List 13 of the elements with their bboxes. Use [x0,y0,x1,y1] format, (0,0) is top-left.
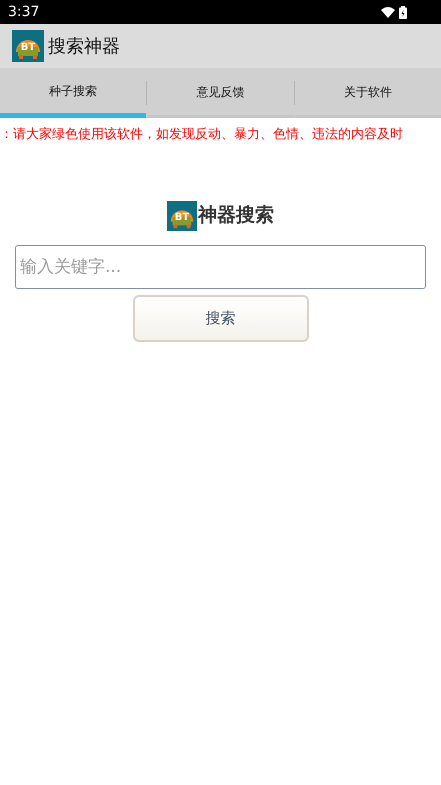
battery-icon [399,6,407,18]
app-title: 搜索神器 [48,34,120,58]
wifi-icon [381,6,395,18]
app-logo: BT [12,30,44,62]
tab[interactable]: 关于软件 [294,68,441,118]
notice-text: ：请大家绿色使用该软件，如发现反动、暴力、色情、违法的内容及时 [0,126,404,144]
status-time: 3:37 [8,2,40,22]
search-heading: 神器搜索 [198,203,274,228]
tab[interactable]: 种子搜索 [0,68,146,118]
tab[interactable]: 意见反馈 [147,68,294,118]
search-button[interactable]: 搜索 [132,294,308,342]
search-field[interactable]: 输入关键字... [15,244,426,288]
app-logo: BT [167,200,197,230]
